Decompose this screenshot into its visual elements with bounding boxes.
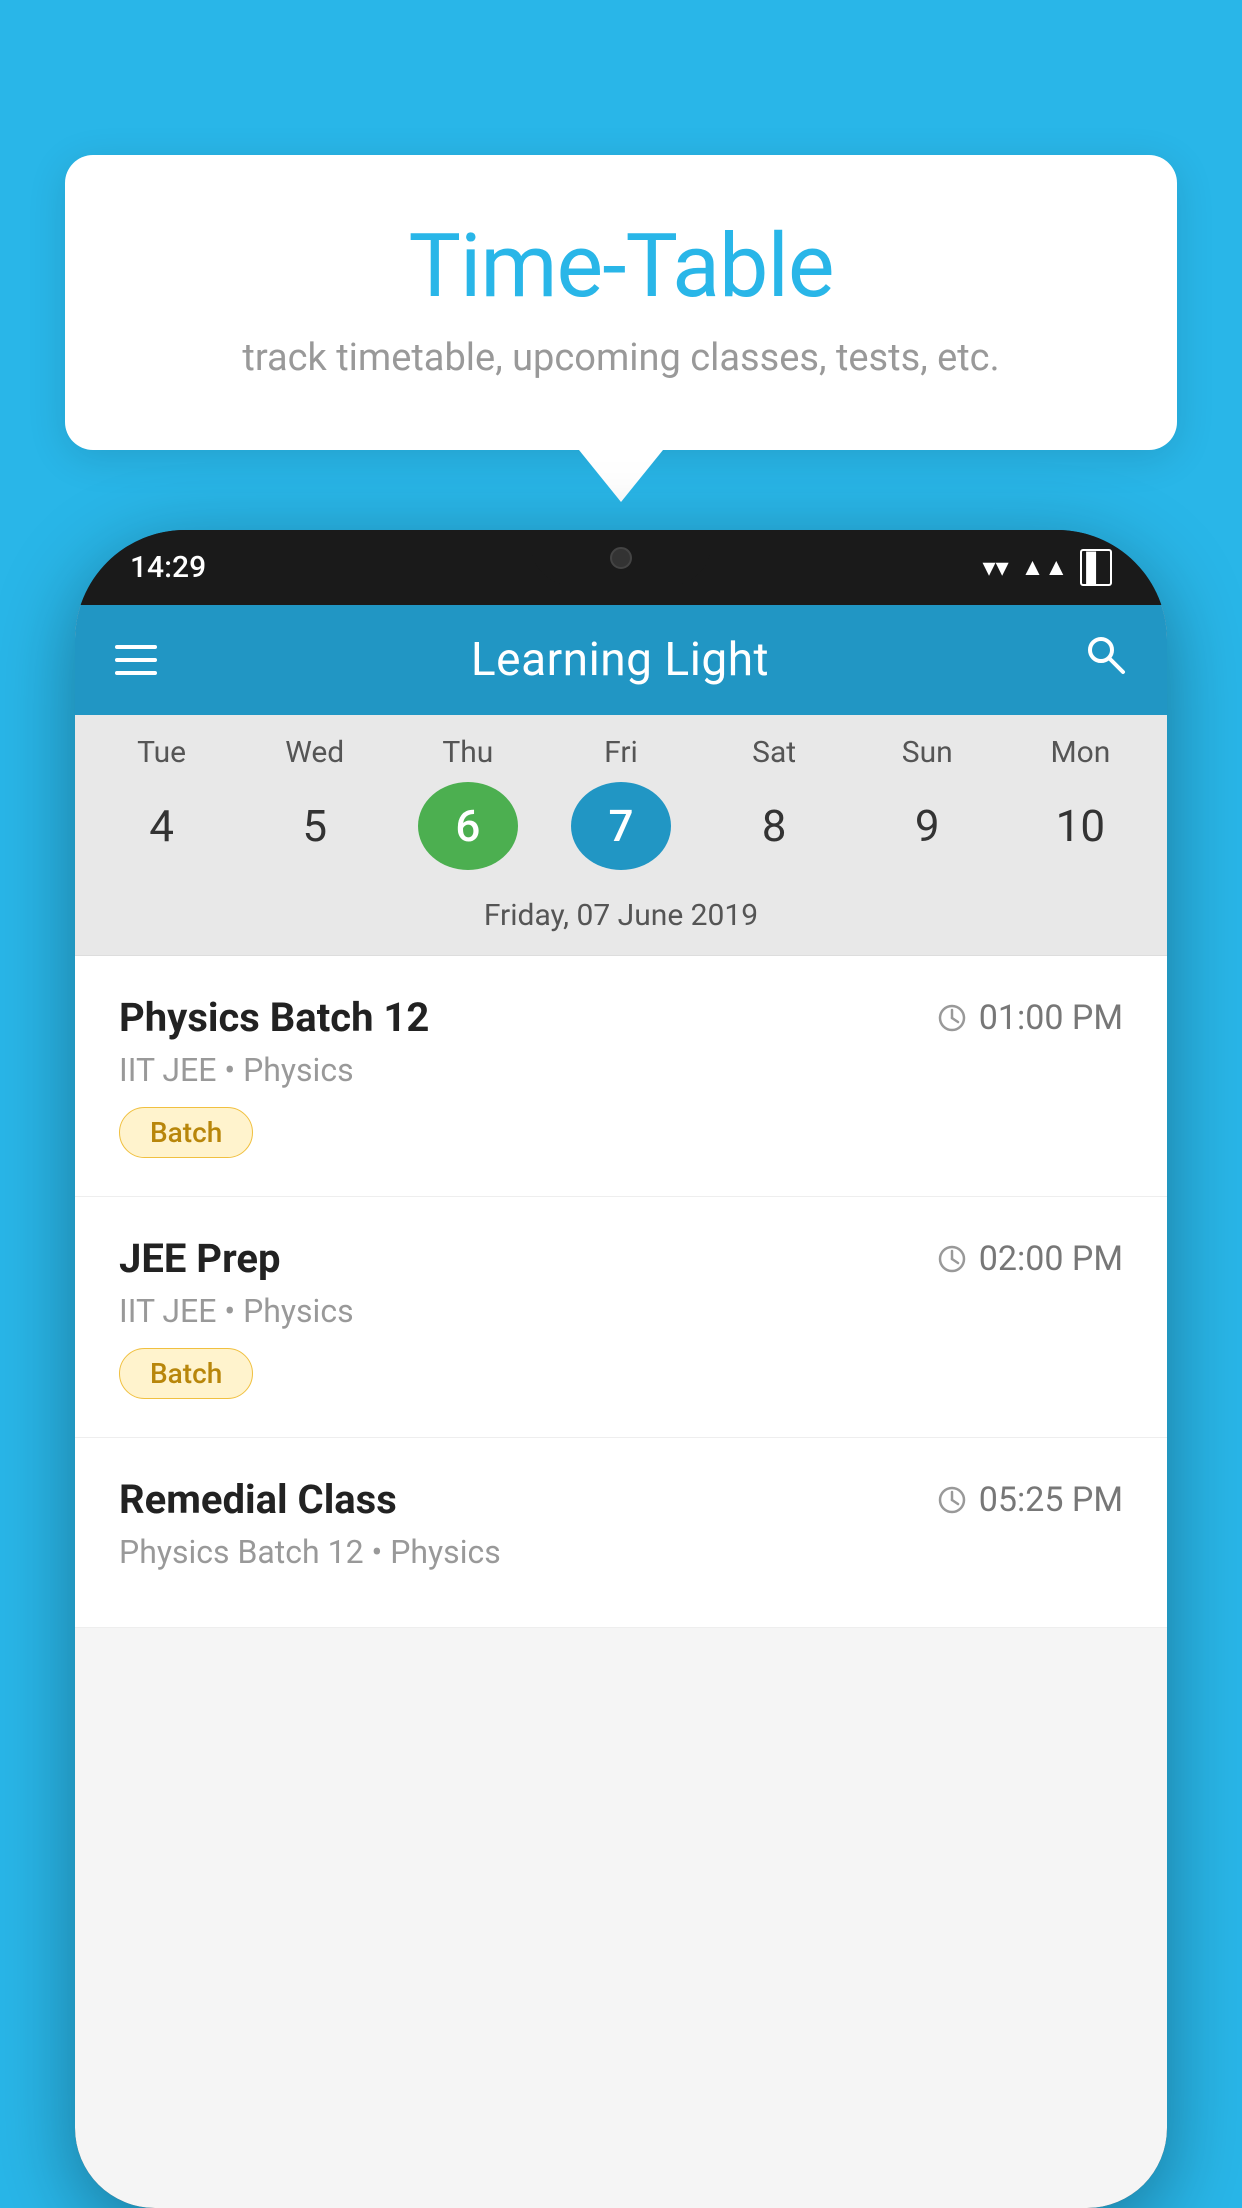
camera [610, 547, 632, 569]
date-10[interactable]: 10 [1030, 782, 1130, 870]
app-title: Learning Light [471, 633, 769, 687]
selected-date-label: Friday, 07 June 2019 [75, 890, 1167, 956]
date-9[interactable]: 9 [877, 782, 977, 870]
schedule-item-1-time: 01:00 PM [937, 998, 1123, 1038]
date-7-selected[interactable]: 7 [571, 782, 671, 870]
app-bar: Learning Light [75, 605, 1167, 715]
clock-icon-1 [937, 1003, 967, 1033]
schedule-item-1-meta: IIT JEE • Physics [119, 1051, 1123, 1089]
date-6-today[interactable]: 6 [418, 782, 518, 870]
schedule-item-2-time: 02:00 PM [937, 1239, 1123, 1279]
schedule-item-1-header: Physics Batch 12 01:00 PM [119, 994, 1123, 1041]
day-tue[interactable]: Tue [112, 735, 212, 770]
phone-screen: Learning Light Tue Wed Thu Fri Sat Sun M… [75, 605, 1167, 2208]
schedule-item-3[interactable]: Remedial Class 05:25 PM Physics Batch 12… [75, 1438, 1167, 1628]
schedule-item-3-title: Remedial Class [119, 1476, 397, 1523]
calendar-header: Tue Wed Thu Fri Sat Sun Mon 4 5 6 7 8 9 … [75, 715, 1167, 956]
schedule-item-3-header: Remedial Class 05:25 PM [119, 1476, 1123, 1523]
wifi-icon: ▾▾ [983, 553, 1009, 583]
day-sun[interactable]: Sun [877, 735, 977, 770]
schedule-item-2-badge: Batch [119, 1348, 253, 1399]
clock-icon-2 [937, 1244, 967, 1274]
day-names-row: Tue Wed Thu Fri Sat Sun Mon [75, 735, 1167, 782]
status-bar: 14:29 ▾▾ ▲▲ ▌ [75, 530, 1167, 605]
schedule-item-2[interactable]: JEE Prep 02:00 PM IIT JEE • Physics Batc… [75, 1197, 1167, 1438]
day-numbers-row: 4 5 6 7 8 9 10 [75, 782, 1167, 890]
schedule-item-1-badge: Batch [119, 1107, 253, 1158]
day-sat[interactable]: Sat [724, 735, 824, 770]
schedule-item-2-title: JEE Prep [119, 1235, 280, 1282]
day-fri[interactable]: Fri [571, 735, 671, 770]
schedule-item-2-header: JEE Prep 02:00 PM [119, 1235, 1123, 1282]
status-time: 14:29 [130, 550, 206, 585]
phone-frame: 14:29 ▾▾ ▲▲ ▌ Learning Light [75, 530, 1167, 2208]
clock-icon-3 [937, 1485, 967, 1515]
day-thu[interactable]: Thu [418, 735, 518, 770]
notch [531, 530, 711, 585]
schedule-item-3-time: 05:25 PM [937, 1480, 1123, 1520]
date-5[interactable]: 5 [265, 782, 365, 870]
signal-icon: ▲▲ [1021, 553, 1069, 582]
date-8[interactable]: 8 [724, 782, 824, 870]
schedule-list: Physics Batch 12 01:00 PM IIT JEE • Phys… [75, 956, 1167, 1628]
schedule-item-3-meta: Physics Batch 12 • Physics [119, 1533, 1123, 1571]
schedule-item-2-meta: IIT JEE • Physics [119, 1292, 1123, 1330]
tooltip-card: Time-Table track timetable, upcoming cla… [65, 155, 1177, 450]
day-wed[interactable]: Wed [265, 735, 365, 770]
date-4[interactable]: 4 [112, 782, 212, 870]
menu-button[interactable] [115, 645, 157, 675]
search-button[interactable] [1083, 632, 1127, 688]
schedule-item-1-title: Physics Batch 12 [119, 994, 429, 1041]
day-mon[interactable]: Mon [1030, 735, 1130, 770]
status-icons: ▾▾ ▲▲ ▌ [983, 549, 1112, 586]
tooltip-title: Time-Table [145, 215, 1097, 318]
battery-icon: ▌ [1080, 549, 1112, 586]
tooltip-subtitle: track timetable, upcoming classes, tests… [145, 336, 1097, 380]
schedule-item-1[interactable]: Physics Batch 12 01:00 PM IIT JEE • Phys… [75, 956, 1167, 1197]
